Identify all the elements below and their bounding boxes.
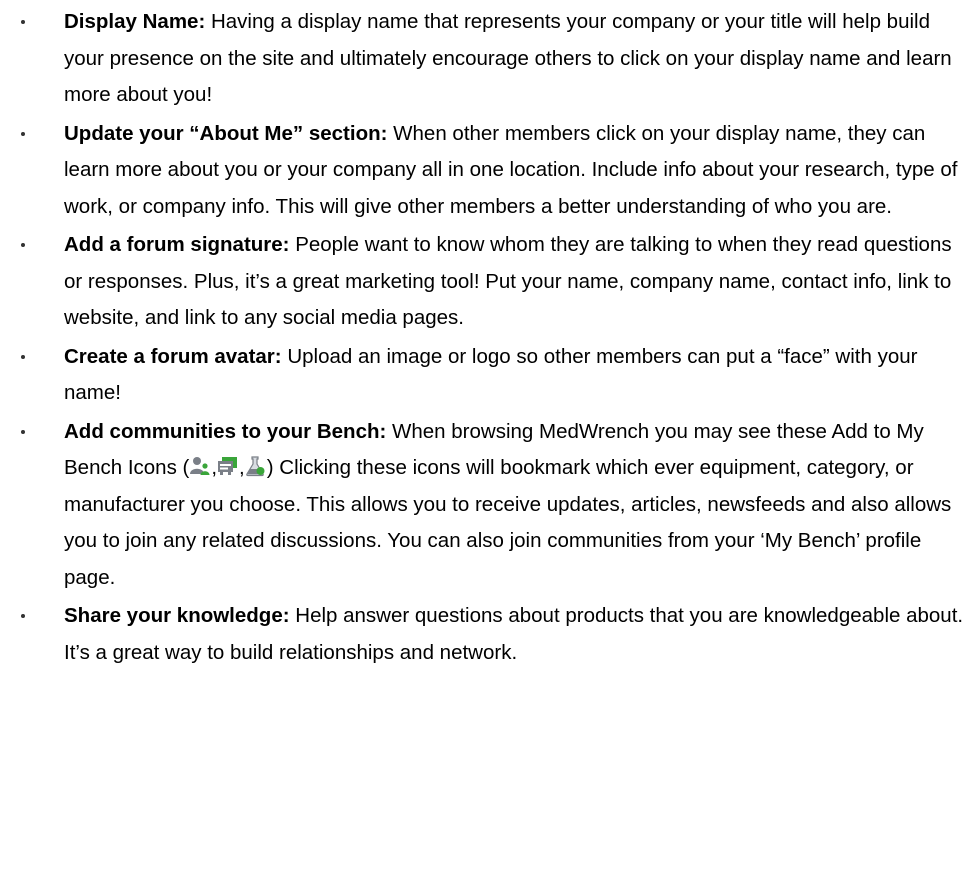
- list-item: Share your knowledge: Help answer questi…: [0, 598, 974, 671]
- list-item: Display Name: Having a display name that…: [0, 4, 974, 114]
- item-heading: Create a forum avatar:: [64, 344, 282, 368]
- add-manufacturer-flask-icon: [245, 453, 267, 477]
- document-page: Display Name: Having a display name that…: [0, 0, 974, 673]
- add-user-icon: [189, 453, 211, 475]
- list-item: Add communities to your Bench: When brow…: [0, 414, 974, 597]
- tips-bullet-list: Display Name: Having a display name that…: [0, 4, 974, 671]
- list-item: Create a forum avatar: Upload an image o…: [0, 339, 974, 412]
- list-item: Update your “About Me” section: When oth…: [0, 116, 974, 226]
- item-heading: Update your “About Me” section:: [64, 121, 388, 145]
- add-category-icon: [217, 453, 239, 475]
- item-heading: Share your knowledge:: [64, 604, 290, 627]
- item-heading: Add communities to your Bench:: [64, 419, 387, 443]
- item-heading: Add a forum signature:: [64, 233, 290, 256]
- item-heading: Display Name:: [64, 10, 206, 33]
- list-item: Add a forum signature: People want to kn…: [0, 227, 974, 337]
